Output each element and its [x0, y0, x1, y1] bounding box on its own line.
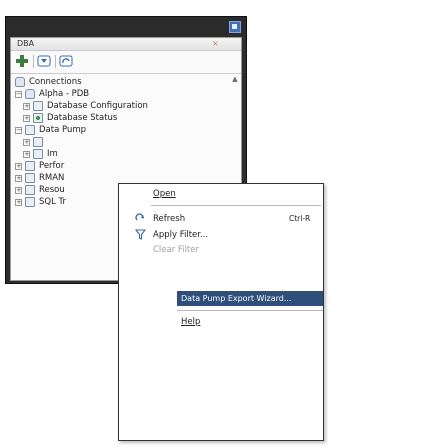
expand-icon[interactable]: + [23, 115, 30, 122]
menu-item-refresh[interactable]: Refresh [153, 214, 185, 224]
expand-icon[interactable]: + [15, 163, 22, 170]
dba-toolbar [11, 51, 241, 74]
collapse-icon[interactable]: − [15, 91, 22, 98]
tree-item-label: Database Status [47, 113, 118, 123]
folder-icon [25, 185, 35, 195]
menu-separator [151, 205, 321, 206]
folder-icon [25, 125, 35, 135]
expand-icon[interactable]: + [15, 175, 22, 182]
add-connection-icon[interactable] [15, 54, 29, 68]
expand-icon[interactable]: + [15, 187, 22, 194]
folder-icon [25, 161, 35, 171]
tree-item-label: Alpha - PDB [39, 89, 90, 99]
app-icon[interactable] [229, 21, 241, 33]
database-icon [25, 89, 35, 99]
expand-icon[interactable]: + [15, 199, 22, 206]
tree-item-label: Connections [29, 77, 82, 87]
toolbar-separator [33, 55, 34, 68]
refresh-icon [135, 213, 144, 221]
tree-item-label: Perfor [39, 161, 65, 171]
tree-item-label: SQL Tr [39, 197, 66, 207]
menu-item-data-pump-export-wizard[interactable]: Data Pump Export Wizard... [177, 291, 323, 306]
menu-item-help[interactable]: Help [181, 317, 200, 327]
tree-item-label: Database Configuration [47, 101, 148, 111]
tab-close-icon[interactable]: × [212, 38, 219, 50]
scroll-up-icon[interactable]: ▲ [231, 74, 239, 84]
context-menu: Open Refresh Ctrl-R Apply Filter... Clea… [118, 183, 324, 441]
collapse-icon[interactable]: − [15, 127, 22, 134]
dba-tab[interactable]: DBA × [11, 38, 241, 51]
folder-icon [33, 149, 43, 159]
dba-tab-label: DBA [17, 39, 35, 48]
tree-item-label: Resou [39, 185, 65, 195]
window-titlebar [6, 17, 246, 37]
folder-icon [33, 101, 43, 111]
expand-icon[interactable]: + [23, 139, 30, 146]
connections-icon [15, 77, 25, 87]
folder-icon [25, 173, 35, 183]
menu-item-clear-filter[interactable]: Clear Filter [153, 245, 199, 255]
expand-icon[interactable]: + [23, 151, 30, 158]
refresh-shortcut: Ctrl-R [289, 214, 311, 223]
toolbar-separator [55, 55, 56, 68]
tree-item-label: RMAN [39, 173, 65, 183]
filter-icon [135, 229, 146, 240]
tree-item-label: Im [47, 149, 58, 159]
tree-item-label: Data Pump [39, 125, 87, 135]
status-icon [33, 113, 43, 123]
expand-icon[interactable]: + [23, 103, 30, 110]
folder-icon [25, 197, 35, 207]
menu-item-open[interactable]: Open [153, 189, 176, 199]
menu-item-apply-filter[interactable]: Apply Filter... [153, 230, 208, 240]
refresh-icon[interactable] [59, 54, 73, 68]
filter-icon[interactable] [37, 54, 51, 68]
menu-separator [177, 310, 323, 311]
folder-icon [33, 137, 43, 147]
